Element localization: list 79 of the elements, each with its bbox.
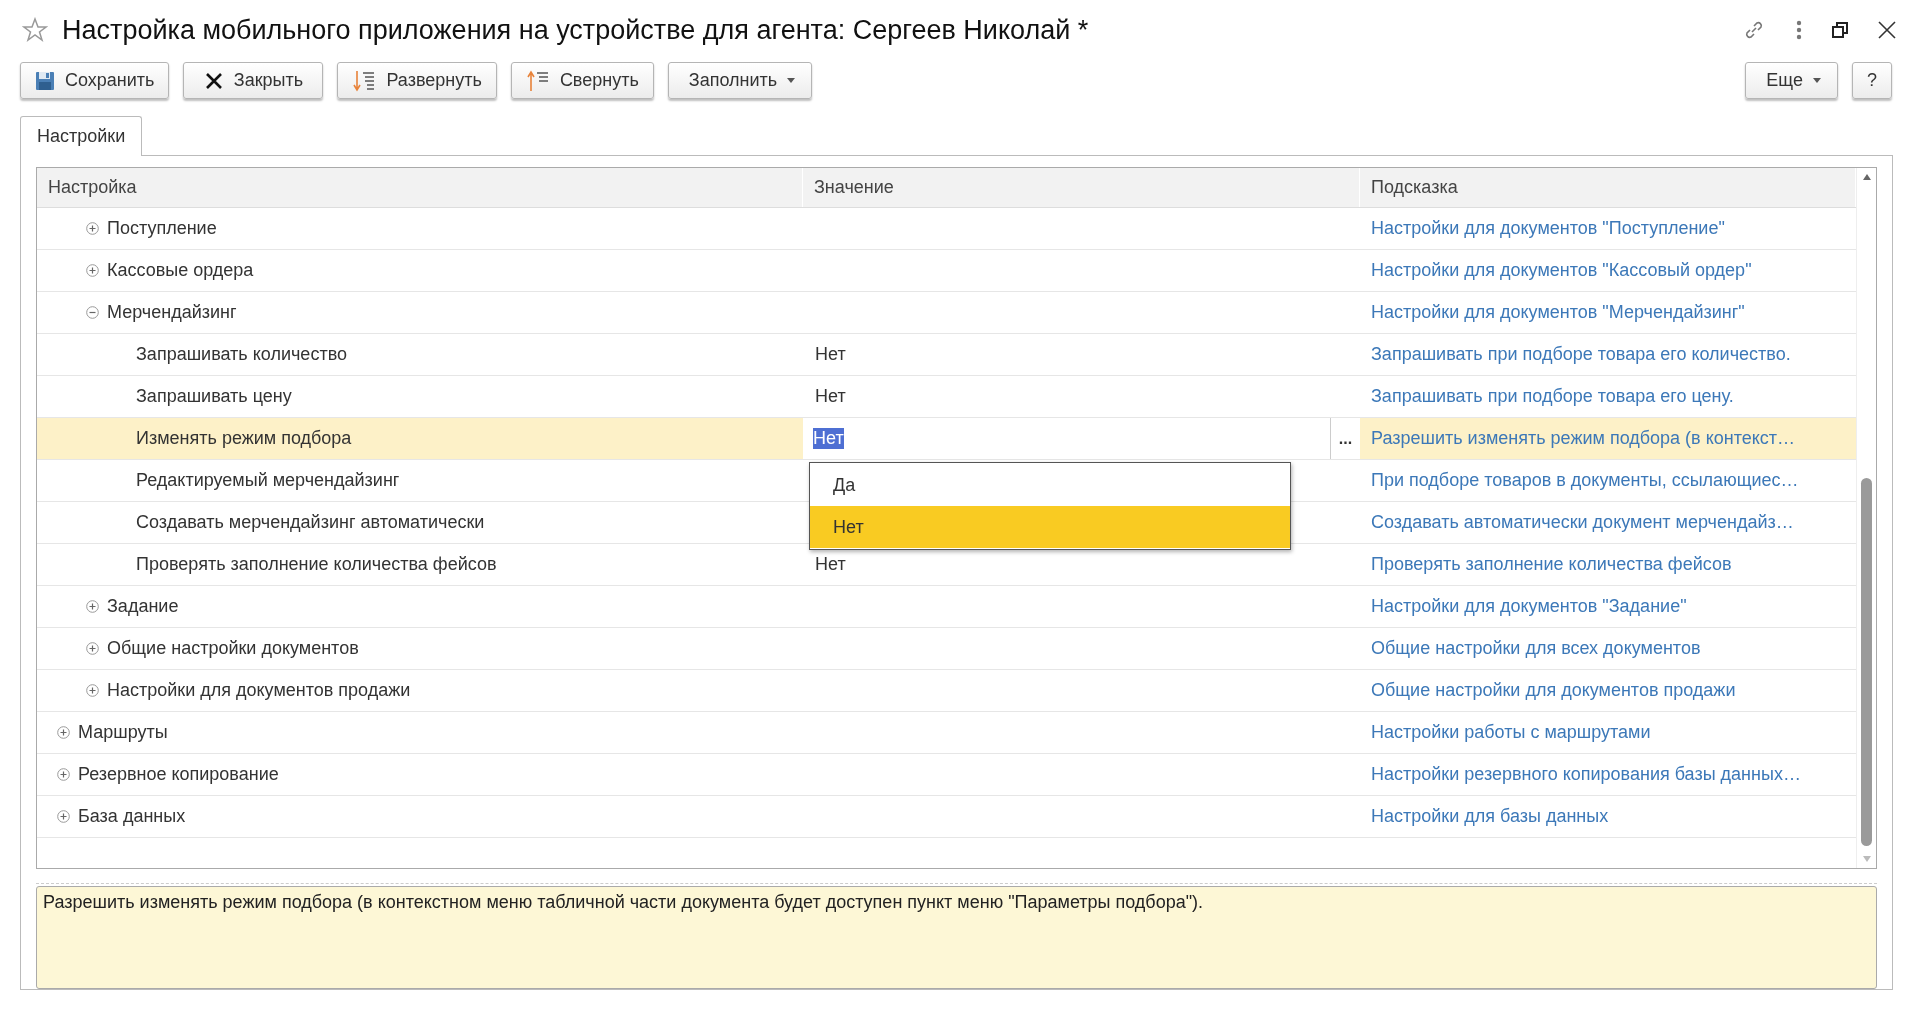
setting-value: Нет (815, 344, 846, 365)
setting-name: Поступление (107, 218, 217, 239)
hint-link[interactable]: Настройки для документов "Задание" (1371, 596, 1687, 617)
hint-link[interactable]: Проверять заполнение количества фейсов (1371, 554, 1732, 575)
collapse-list-icon (525, 68, 550, 93)
tree-row[interactable]: Мерчендайзинг Настройки для документов "Мерчендайзинг" (37, 292, 1856, 334)
expand-icon[interactable] (86, 642, 99, 655)
hint-link[interactable]: Общие настройки для документов продажи (1371, 680, 1736, 701)
dropdown-option[interactable]: Нет (810, 506, 1290, 548)
setting-name: База данных (78, 806, 186, 827)
more-vertical-icon[interactable] (1796, 20, 1802, 40)
expand-icon[interactable] (86, 222, 99, 235)
star-icon[interactable] (22, 17, 48, 43)
toolbar-button[interactable]: Свернуть (510, 62, 654, 99)
value-field[interactable]: Нет (813, 418, 1322, 459)
expand-icon[interactable] (86, 600, 99, 613)
hint-link[interactable]: Настройки для базы данных (1371, 806, 1609, 827)
tab[interactable]: Настройки (20, 116, 143, 156)
hint-link[interactable]: При подборе товаров в документы, ссылающиес… (1371, 470, 1799, 491)
tree-row[interactable]: Резервное копирование Настройки резервного копирования базы данных… (37, 754, 1856, 796)
toolbar-button[interactable]: Сохранить (20, 62, 170, 99)
tree-row[interactable]: Поступление Настройки для документов "Поступление" (37, 208, 1856, 250)
setting-name: Редактируемый мерчендайзинг (136, 470, 400, 491)
setting-name: Мерчендайзинг (107, 302, 237, 323)
close-icon (203, 70, 224, 91)
close-icon[interactable] (1878, 21, 1896, 39)
tree-row[interactable]: Проверять заполнение количества фейсов Нет Проверять заполнение количества фейсов (37, 544, 1856, 586)
restore-window-icon[interactable] (1832, 22, 1848, 38)
toolbar-button[interactable]: ? (1852, 62, 1892, 99)
setting-name: Создавать мерчендайзинг автоматически (136, 512, 485, 533)
setting-name: Задание (107, 596, 179, 617)
hint-link[interactable]: Запрашивать при подборе товара его цену. (1371, 386, 1734, 407)
tree-row[interactable]: Маршруты Настройки работы с маршрутами (37, 712, 1856, 754)
column-header[interactable]: Подсказка (1360, 168, 1856, 207)
scroll-up-icon[interactable] (1862, 174, 1871, 180)
caret-icon (787, 78, 796, 83)
toolbar-button[interactable]: Заполнить (667, 62, 813, 99)
setting-name: Маршруты (78, 722, 168, 743)
toolbar-button[interactable]: Еще (1745, 62, 1838, 99)
hint-link[interactable]: Настройки для документов "Мерчендайзинг" (1371, 302, 1745, 323)
hint-link[interactable]: Настройки для документов "Кассовый ордер" (1371, 260, 1752, 281)
setting-name: Настройки для документов продажи (107, 680, 411, 701)
expand-icon[interactable] (86, 684, 99, 697)
setting-name: Резервное копирование (78, 764, 279, 785)
hint-link[interactable]: Настройки резервного копирования базы данных… (1371, 764, 1801, 785)
caret-icon (1813, 78, 1821, 83)
setting-name: Общие настройки документов (107, 638, 359, 659)
hint-link[interactable]: Общие настройки для всех документов (1371, 638, 1701, 659)
toolbar-button[interactable]: Закрыть (183, 62, 324, 99)
setting-name: Изменять режим подбора (136, 428, 352, 449)
column-header[interactable]: Настройка (37, 168, 803, 207)
setting-value: Нет (815, 386, 846, 407)
tree-row[interactable]: Настройки для документов продажи Общие настройки для документов продажи (37, 670, 1856, 712)
setting-name: Проверять заполнение количества фейсов (136, 554, 497, 575)
tree-row[interactable]: Запрашивать количество Нет Запрашивать при подборе товара его количество. (37, 334, 1856, 376)
expand-list-icon (352, 68, 377, 93)
hint-link[interactable]: Настройки для документов "Поступление" (1371, 218, 1725, 239)
hint-link[interactable]: Настройки работы с маршрутами (1371, 722, 1651, 743)
collapse-icon[interactable] (86, 306, 99, 319)
hint-link[interactable]: Создавать автоматически документ мерчендайз… (1371, 512, 1794, 533)
window-title: Настройка мобильного приложения на устройстве для агента: Сергеев Николай * (62, 14, 1090, 46)
tree-row[interactable]: Задание Настройки для документов "Задание" (37, 586, 1856, 628)
tree-row[interactable]: Общие настройки документов Общие настройки для всех документов (37, 628, 1856, 670)
expand-icon[interactable] (57, 768, 70, 781)
expand-icon[interactable] (57, 810, 70, 823)
scrollbar-thumb[interactable] (1861, 477, 1872, 846)
expand-icon[interactable] (86, 264, 99, 277)
toolbar-button[interactable]: Развернуть (337, 62, 497, 99)
hint-text: Разрешить изменять режим подбора (в контекстном меню табличной части документа будет доступен пункт меню "Параметры подбора"). (36, 885, 1877, 989)
tree-row[interactable]: Кассовые ордера Настройки для документов "Кассовый ордер" (37, 250, 1856, 292)
tree-row[interactable]: База данных Настройки для базы данных (37, 796, 1856, 838)
setting-name: Кассовые ордера (107, 260, 254, 281)
hint-link[interactable]: Разрешить изменять режим подбора (в контекст… (1371, 428, 1796, 449)
setting-value: Нет (815, 554, 846, 575)
setting-name: Запрашивать количество (136, 344, 347, 365)
column-header[interactable]: Значение (803, 168, 1360, 207)
expand-icon[interactable] (57, 726, 70, 739)
setting-name: Запрашивать цену (136, 386, 292, 407)
hint-link[interactable]: Запрашивать при подборе товара его количество. (1371, 344, 1791, 365)
